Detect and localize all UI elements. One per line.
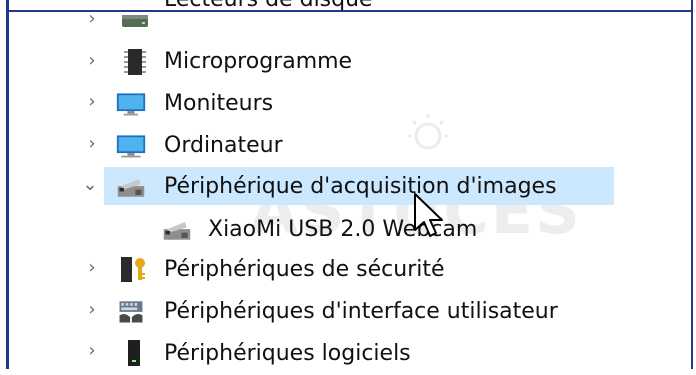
tree-item-label: Lecteurs de disque — [164, 0, 373, 21]
chevron-right-icon[interactable]: › — [82, 341, 102, 361]
tree-item-label: Ordinateur — [164, 133, 283, 158]
tree-item-software-devices[interactable]: › Périphériques logiciels — [0, 332, 696, 374]
chevron-down-icon[interactable]: ⌄ — [80, 175, 100, 195]
software-device-icon — [128, 340, 140, 366]
disk-drive-icon — [122, 15, 148, 27]
tree-item-imaging-devices[interactable]: ⌄ Périphérique d'acquisition d'images — [0, 166, 696, 208]
chip-icon — [124, 49, 146, 75]
tree-item-xiaomi-webcam[interactable]: XiaoMi USB 2.0 Webcam — [0, 208, 696, 250]
tree-item-label: Microprogramme — [164, 49, 353, 74]
camera-device-icon — [117, 179, 145, 197]
tree-item-label: Périphérique d'acquisition d'images — [164, 174, 557, 199]
computer-icon — [116, 135, 146, 158]
tree-item-monitors[interactable]: › Moniteurs — [0, 83, 696, 125]
chevron-right-icon[interactable]: › — [82, 134, 102, 154]
tree-item-label: Moniteurs — [164, 91, 274, 116]
chevron-right-icon[interactable]: › — [82, 92, 102, 112]
device-manager-window: ASTUCES › Lecteurs de disque › — [0, 0, 696, 369]
chevron-right-icon[interactable]: › — [82, 258, 102, 278]
hid-keyboard-icon — [119, 301, 143, 323]
chevron-right-icon[interactable]: › — [82, 51, 102, 71]
chevron-right-icon[interactable]: › — [82, 9, 102, 29]
tree-item-label: Périphériques de sécurité — [164, 257, 445, 282]
monitor-icon — [116, 93, 146, 116]
security-key-icon — [121, 257, 145, 282]
tree-item-disk-drives[interactable]: › Lecteurs de disque — [0, 0, 696, 42]
chevron-right-icon[interactable]: › — [82, 300, 102, 320]
mouse-cursor-icon — [414, 193, 443, 237]
tree-item-hid[interactable]: › Périphériques d'interface utilisateur — [0, 291, 696, 333]
tree-item-computer[interactable]: › Ordinateur — [0, 125, 696, 167]
device-tree: › Lecteurs de disque › — [0, 0, 696, 369]
tree-item-security-devices[interactable]: › Périphériques de sécurité — [0, 249, 696, 291]
camera-device-icon — [163, 222, 191, 240]
tree-item-label: Périphériques d'interface utilisateur — [164, 299, 558, 324]
tree-item-firmware[interactable]: › Microprogramme — [0, 42, 696, 84]
